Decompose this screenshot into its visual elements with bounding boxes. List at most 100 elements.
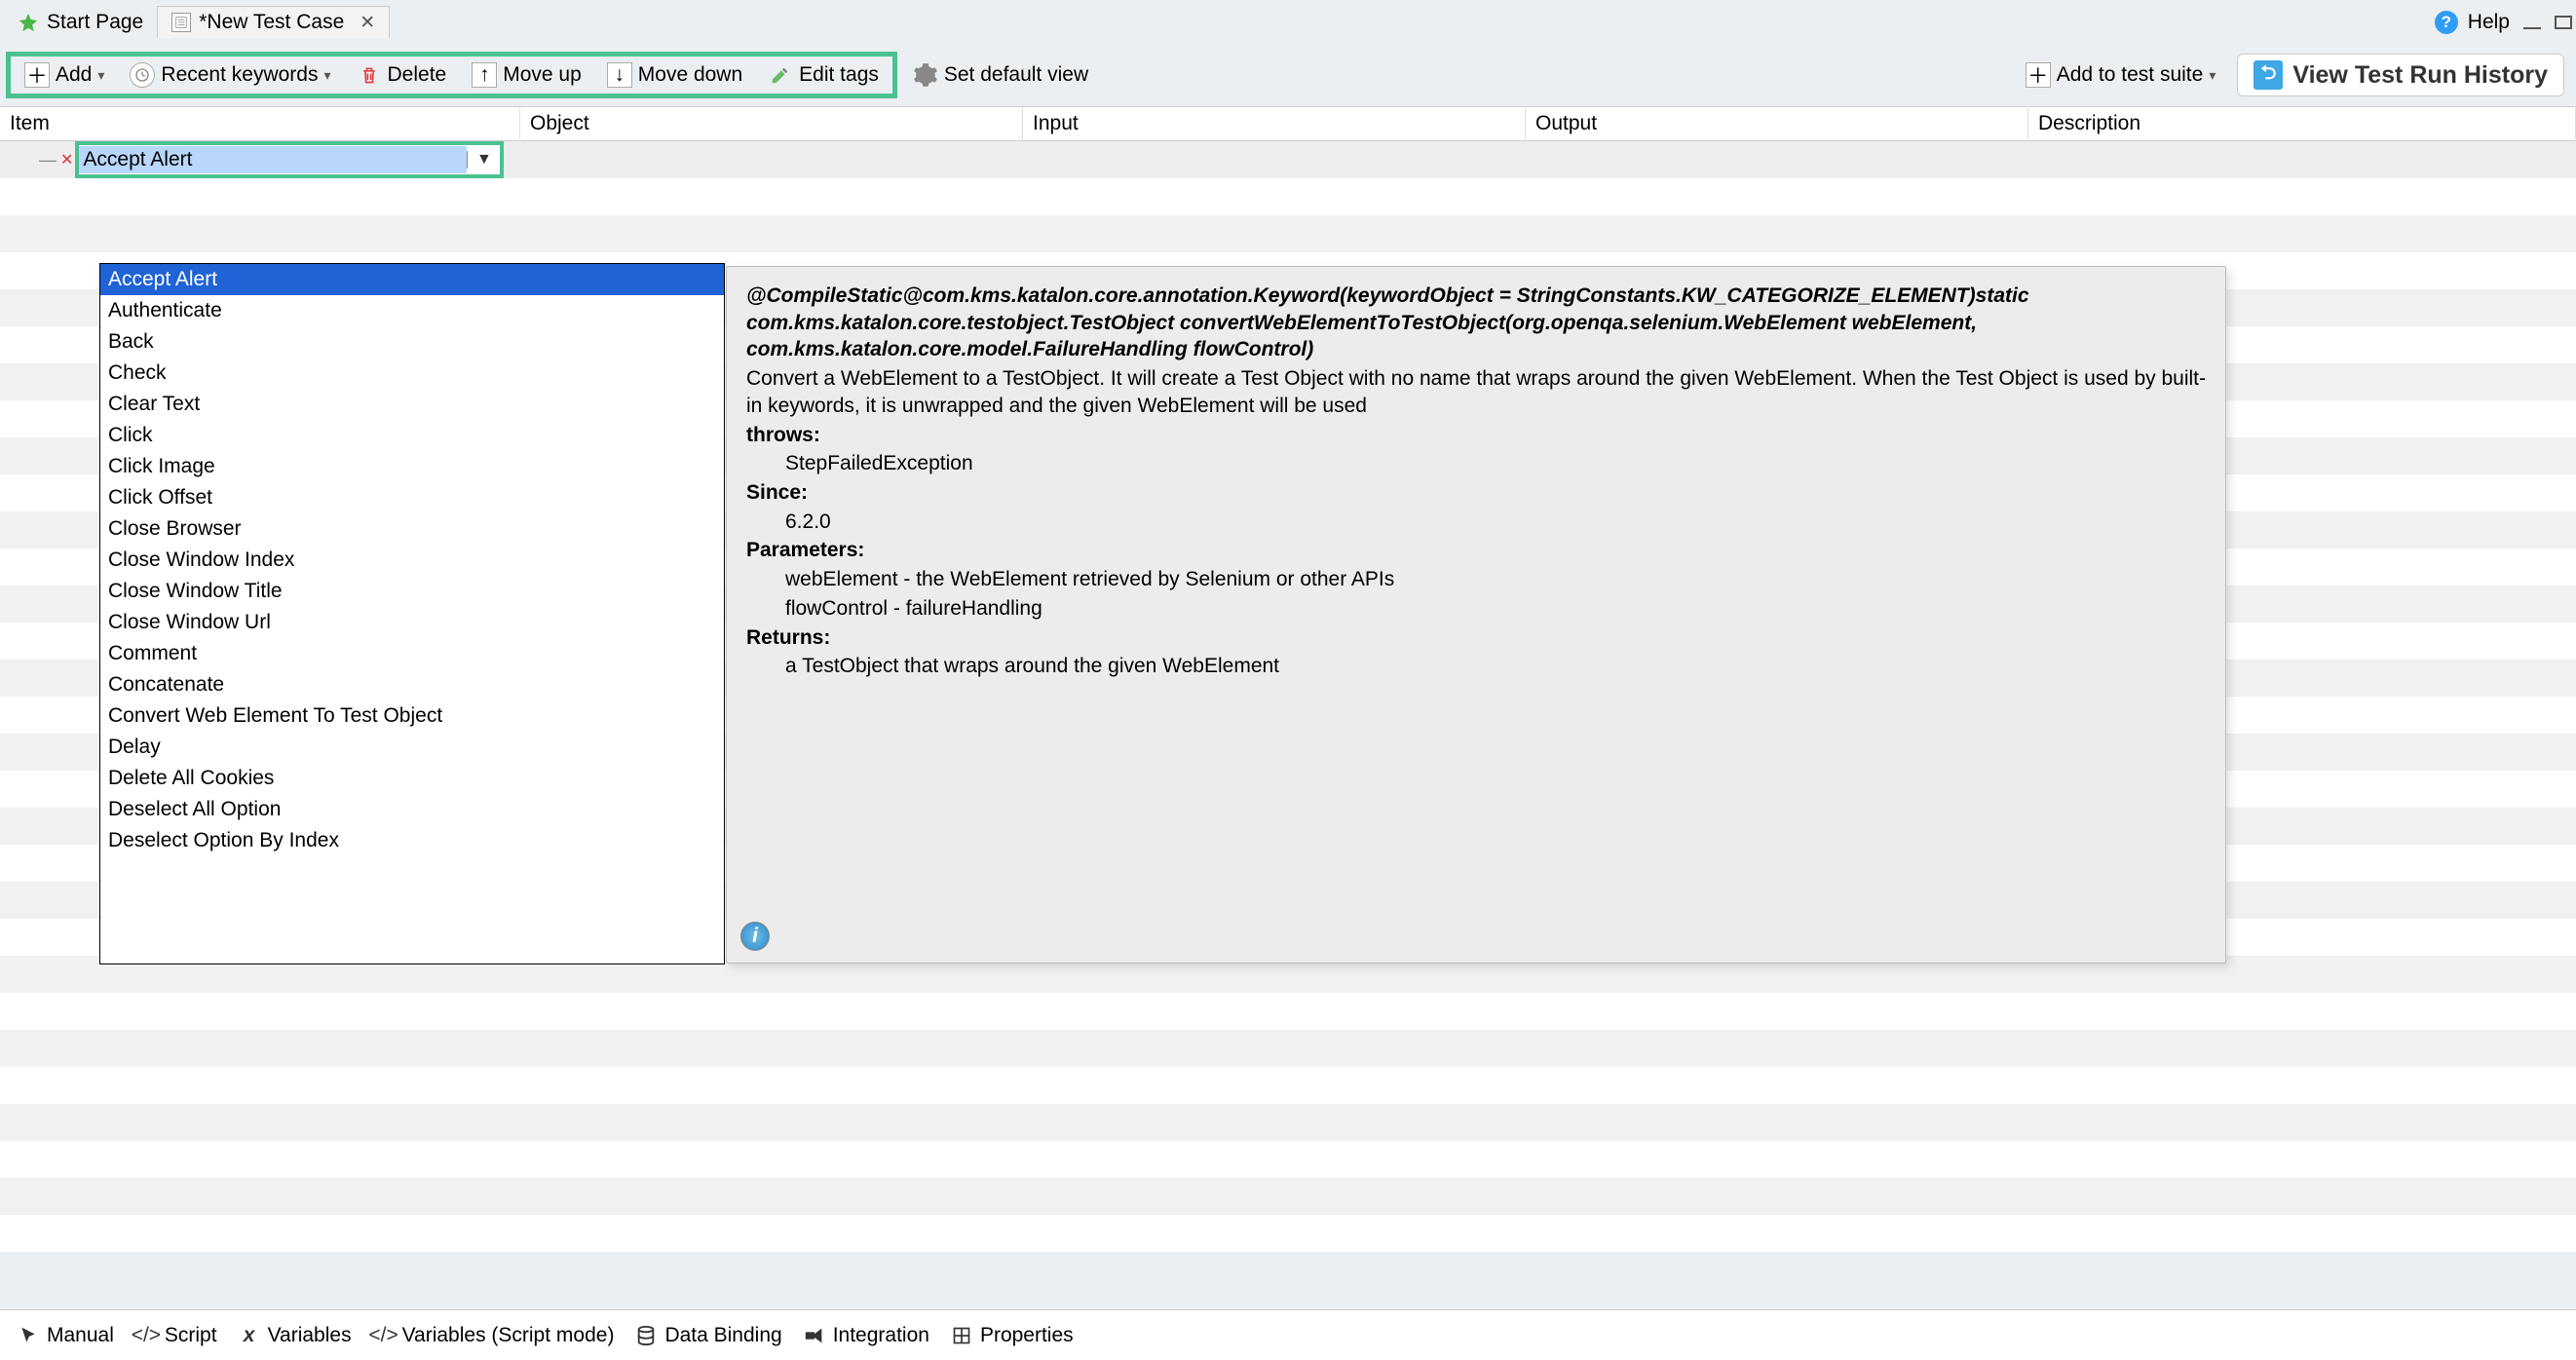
keyword-doc-popup: @CompileStatic@com.kms.katalon.core.anno… — [726, 266, 2226, 963]
keyword-option[interactable]: Deselect Option By Index — [100, 825, 724, 856]
table-row[interactable]: — ✕ Accept Alert ▼ — [0, 141, 2576, 178]
tab-variables[interactable]: x Variables — [239, 1324, 352, 1347]
table-row[interactable] — [0, 993, 2576, 1030]
arrow-up-icon: ↑ — [472, 62, 497, 88]
column-input[interactable]: Input — [1023, 108, 1526, 139]
tab-script[interactable]: </> Script — [135, 1324, 217, 1347]
info-icon[interactable]: i — [740, 922, 770, 951]
column-description[interactable]: Description — [2028, 108, 2576, 139]
keyword-option[interactable]: Click Offset — [100, 482, 724, 513]
keyword-dropdown-list[interactable]: Accept AlertAuthenticateBackCheckClear T… — [99, 263, 725, 964]
minimize-icon[interactable] — [2523, 16, 2541, 29]
keyword-option[interactable]: Clear Text — [100, 389, 724, 420]
doc-params-header: Parameters: — [746, 537, 2206, 564]
cursor-icon — [18, 1325, 39, 1346]
doc-throws-value: StepFailedException — [746, 450, 2206, 477]
plus-icon: ＋ — [24, 62, 50, 88]
dropdown-arrow-icon[interactable]: ▼ — [467, 151, 500, 169]
trash-icon — [357, 62, 382, 88]
variable-icon: x — [239, 1325, 260, 1346]
tab-test-case-label: *New Test Case — [199, 11, 344, 34]
view-test-run-history-button[interactable]: ⮌ View Test Run History — [2237, 54, 2564, 96]
set-default-view-button[interactable]: Set default view — [905, 59, 1096, 91]
doc-since-value: 6.2.0 — [746, 509, 2206, 536]
toolbar-highlight-group: ＋ Add ▾ Recent keywords ▾ Delete ↑ Move … — [6, 52, 897, 98]
table-row[interactable] — [0, 1215, 2576, 1252]
keyword-option[interactable]: Accept Alert — [100, 264, 724, 295]
keyword-dropdown-value[interactable]: Accept Alert — [79, 146, 467, 173]
bottom-tabbar: Manual </> Script x Variables </> Variab… — [0, 1309, 2576, 1360]
testcase-icon — [171, 13, 191, 32]
keyword-option[interactable]: Close Window Index — [100, 545, 724, 576]
tab-start-page[interactable]: Start Page — [4, 7, 157, 38]
close-tab-icon[interactable]: ✕ — [360, 12, 375, 34]
star-icon — [18, 12, 39, 33]
tab-properties[interactable]: Properties — [951, 1324, 1074, 1347]
table-row[interactable] — [0, 1104, 2576, 1141]
grid-icon — [951, 1325, 972, 1346]
keyword-option[interactable]: Click — [100, 420, 724, 451]
delete-button[interactable]: Delete — [349, 59, 455, 91]
table-row[interactable] — [0, 215, 2576, 252]
column-object[interactable]: Object — [520, 108, 1023, 139]
code-icon: </> — [373, 1325, 395, 1346]
recent-keywords-button[interactable]: Recent keywords ▾ — [122, 59, 338, 91]
katalon-icon: ⮌ — [2254, 60, 2283, 90]
table-row[interactable] — [0, 1141, 2576, 1178]
doc-throws-header: throws: — [746, 422, 2206, 449]
tab-manual[interactable]: Manual — [18, 1324, 114, 1347]
tab-test-case[interactable]: *New Test Case ✕ — [157, 6, 390, 38]
keyword-option[interactable]: Click Image — [100, 451, 724, 482]
add-button[interactable]: ＋ Add ▾ — [17, 59, 112, 91]
add-to-test-suite-button[interactable]: ＋ Add to test suite ▾ — [2018, 59, 2224, 91]
caret-icon: ▾ — [2209, 67, 2216, 84]
editor-tabbar: Start Page *New Test Case ✕ ? Help — [0, 0, 2576, 44]
table-row[interactable] — [0, 178, 2576, 215]
edit-icon — [768, 62, 793, 88]
keyword-option[interactable]: Convert Web Element To Test Object — [100, 700, 724, 732]
error-marker-icon: ✕ — [60, 150, 73, 170]
integration-icon — [804, 1325, 825, 1346]
keyword-option[interactable]: Delete All Cookies — [100, 763, 724, 794]
tab-integration[interactable]: Integration — [804, 1324, 929, 1347]
doc-param2: flowControl - failureHandling — [746, 595, 2206, 623]
help-label[interactable]: Help — [2468, 11, 2510, 34]
plus-icon: ＋ — [2026, 62, 2051, 88]
help-icon[interactable]: ? — [2435, 11, 2458, 34]
keyword-dropdown[interactable]: Accept Alert ▼ — [75, 141, 504, 178]
column-output[interactable]: Output — [1526, 108, 2028, 139]
caret-icon: ▾ — [323, 67, 330, 84]
database-icon — [635, 1325, 657, 1346]
arrow-down-icon: ↓ — [607, 62, 632, 88]
keyword-option[interactable]: Check — [100, 358, 724, 389]
tab-start-page-label: Start Page — [47, 11, 143, 34]
movedown-button[interactable]: ↓ Move down — [599, 59, 750, 91]
tree-collapse-icon[interactable]: — — [39, 150, 57, 170]
keyword-option[interactable]: Deselect All Option — [100, 794, 724, 825]
doc-returns-header: Returns: — [746, 624, 2206, 652]
gear-icon — [913, 62, 938, 88]
keyword-option[interactable]: Close Browser — [100, 513, 724, 545]
keyword-option[interactable]: Comment — [100, 638, 724, 669]
edittags-button[interactable]: Edit tags — [760, 59, 887, 91]
moveup-button[interactable]: ↑ Move up — [464, 59, 589, 91]
doc-body: Convert a WebElement to a TestObject. It… — [746, 365, 2206, 419]
keyword-option[interactable]: Concatenate — [100, 669, 724, 700]
code-icon: </> — [135, 1325, 157, 1346]
keyword-option[interactable]: Back — [100, 326, 724, 358]
toolbar: ＋ Add ▾ Recent keywords ▾ Delete ↑ Move … — [0, 44, 2576, 106]
table-row[interactable] — [0, 1067, 2576, 1104]
table-row[interactable] — [0, 1178, 2576, 1215]
keyword-option[interactable]: Close Window Url — [100, 607, 724, 638]
tab-variables-script[interactable]: </> Variables (Script mode) — [373, 1324, 615, 1347]
doc-returns-value: a TestObject that wraps around the given… — [746, 653, 2206, 680]
table-row[interactable] — [0, 1030, 2576, 1067]
caret-icon: ▾ — [97, 67, 104, 84]
doc-since-header: Since: — [746, 479, 2206, 507]
column-item[interactable]: Item — [0, 108, 520, 139]
keyword-option[interactable]: Close Window Title — [100, 576, 724, 607]
tab-databinding[interactable]: Data Binding — [635, 1324, 781, 1347]
keyword-option[interactable]: Authenticate — [100, 295, 724, 326]
maximize-icon[interactable] — [2555, 16, 2572, 29]
keyword-option[interactable]: Delay — [100, 732, 724, 763]
